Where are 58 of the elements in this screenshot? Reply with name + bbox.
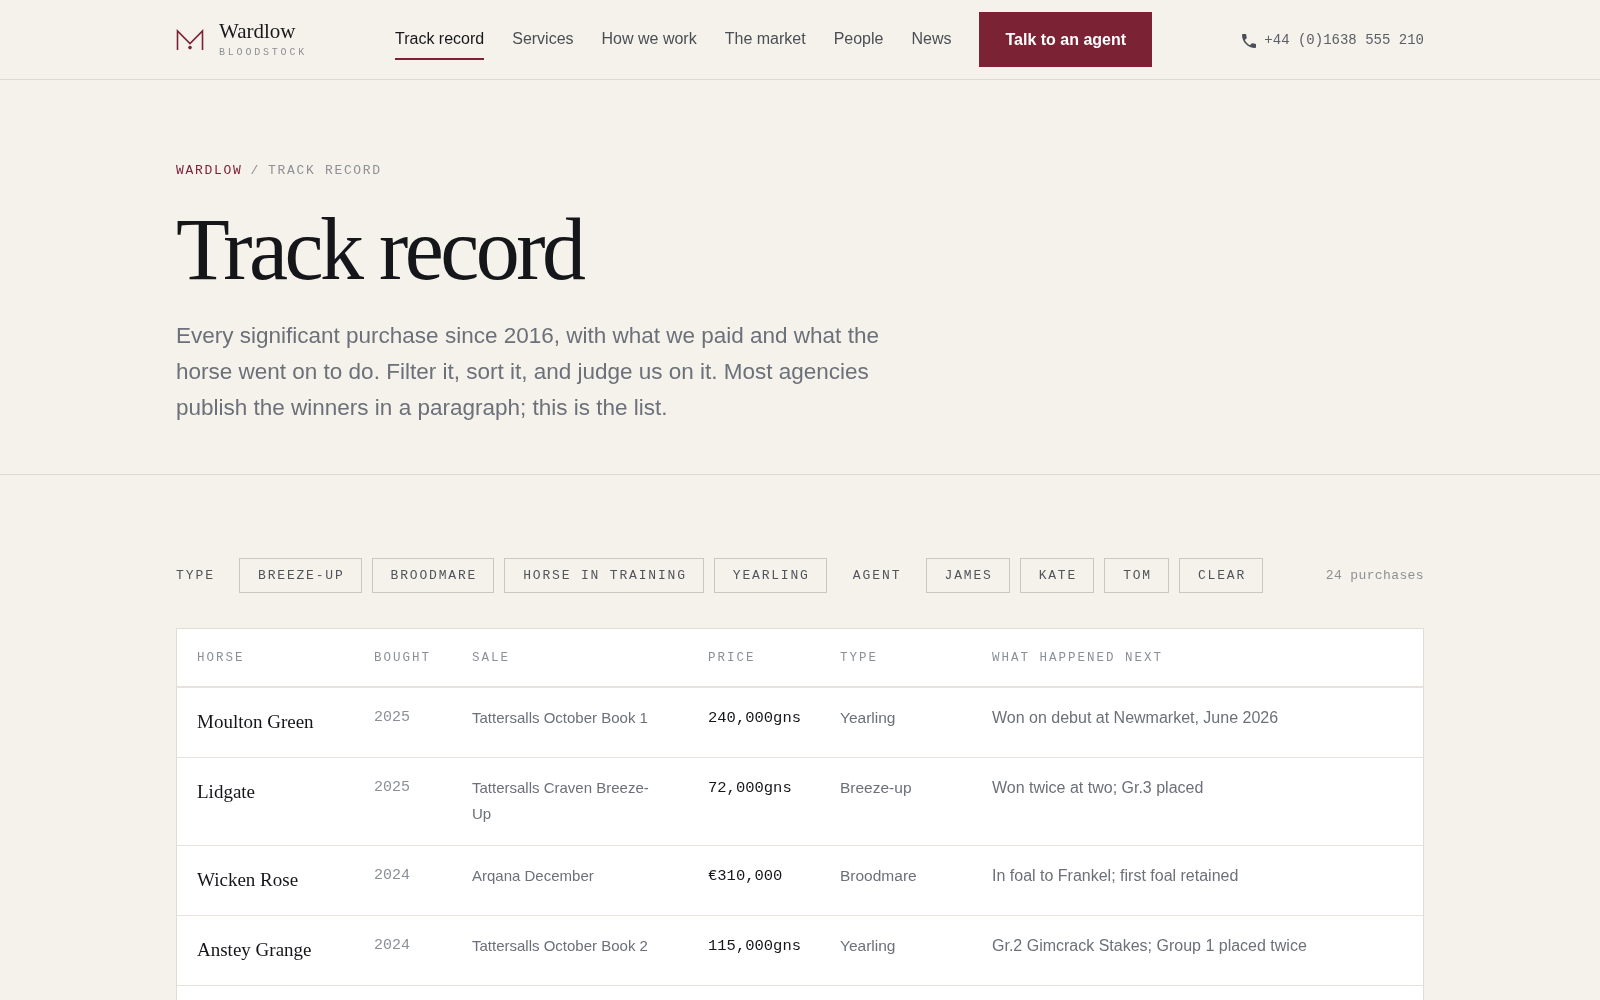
result-count: 24 purchases	[1325, 566, 1424, 585]
filter-label: TYPE	[176, 566, 215, 585]
nav-link[interactable]: Track record	[395, 19, 485, 60]
horse-type: Broodmare	[840, 866, 917, 886]
logo-icon	[176, 28, 204, 51]
horse-name: Anstey Grange	[197, 938, 312, 962]
filter-chip[interactable]: TOM	[1104, 558, 1169, 593]
sale-name: Tattersalls October Book 2	[472, 936, 648, 956]
horse-type: Breeze-up	[840, 778, 912, 798]
filter-chip[interactable]: HORSE IN TRAINING	[504, 558, 704, 593]
clear-filters-button[interactable]: CLEAR	[1179, 558, 1264, 593]
purchase-year: 2024	[374, 936, 410, 956]
horse-name: Wicken Rose	[197, 868, 299, 892]
breadcrumb-current: TRACK RECORD	[267, 162, 382, 180]
column-header: TYPE	[840, 649, 878, 666]
horse-type: Yearling	[840, 936, 896, 956]
nav-link[interactable]: The market	[724, 19, 806, 60]
brand-tagline: BLOODSTOCK	[219, 46, 307, 60]
sale-name: Tattersalls October Book 1	[472, 708, 648, 728]
filter-chip[interactable]: BROODMARE	[371, 558, 495, 593]
breadcrumb-link[interactable]: WARDLOW	[176, 161, 243, 181]
outcome-text: Gr.2 Gimcrack Stakes; Group 1 placed twice	[992, 936, 1307, 956]
purchase-year: 2024	[374, 866, 410, 886]
talk-to-agent-button[interactable]: Talk to an agent	[979, 12, 1153, 67]
sale-name: Tattersalls Craven Breeze-Up	[472, 778, 650, 824]
horse-name: Lidgate	[197, 780, 256, 804]
column-header: WHAT HAPPENED NEXT	[992, 649, 1164, 666]
column-header: HORSE	[197, 649, 245, 666]
horse-type: Yearling	[840, 708, 896, 728]
purchase-year: 2025	[374, 778, 410, 798]
filter-chip[interactable]: KATE	[1019, 558, 1095, 593]
brand-name[interactable]: Wardlow	[219, 19, 296, 43]
nav-link[interactable]: News	[911, 19, 952, 60]
outcome-text: In foal to Frankel; first foal retained	[992, 866, 1239, 886]
nav-link[interactable]: People	[833, 19, 884, 60]
filter-chip[interactable]: YEARLING	[713, 558, 827, 593]
column-header: SALE	[472, 649, 510, 666]
page-title: Track record	[176, 206, 585, 294]
column-header: PRICE	[708, 649, 756, 666]
column-header: BOUGHT	[374, 649, 431, 666]
price-text: 72,000gns	[708, 778, 792, 799]
price-text: 115,000gns	[708, 936, 801, 957]
nav-link[interactable]: Services	[512, 19, 574, 60]
phone-icon	[1242, 34, 1257, 48]
phone-number[interactable]: +44 (0)1638 555 210	[1264, 30, 1424, 49]
sale-name: Arqana December	[472, 866, 594, 886]
breadcrumb-separator: /	[250, 162, 260, 180]
horse-name: Moulton Green	[197, 710, 314, 734]
outcome-text: Won twice at two; Gr.3 placed	[992, 778, 1204, 798]
purchase-year: 2025	[374, 708, 410, 728]
filter-chip[interactable]: BREEZE-UP	[239, 558, 362, 593]
price-text: 240,000gns	[708, 708, 801, 729]
intro-paragraph: Every significant purchase since 2016, with what we paid and what the horse went on to do. Filter it, sort it, and judge us on it. Most agencies publish the winners in a paragraph; this is the list.	[176, 322, 880, 422]
filter-chip[interactable]: JAMES	[925, 558, 1010, 593]
filter-label: AGENT	[852, 566, 902, 585]
price-text: €310,000	[708, 866, 783, 887]
nav-link[interactable]: How we work	[601, 19, 697, 60]
outcome-text: Won on debut at Newmarket, June 2026	[992, 708, 1279, 728]
